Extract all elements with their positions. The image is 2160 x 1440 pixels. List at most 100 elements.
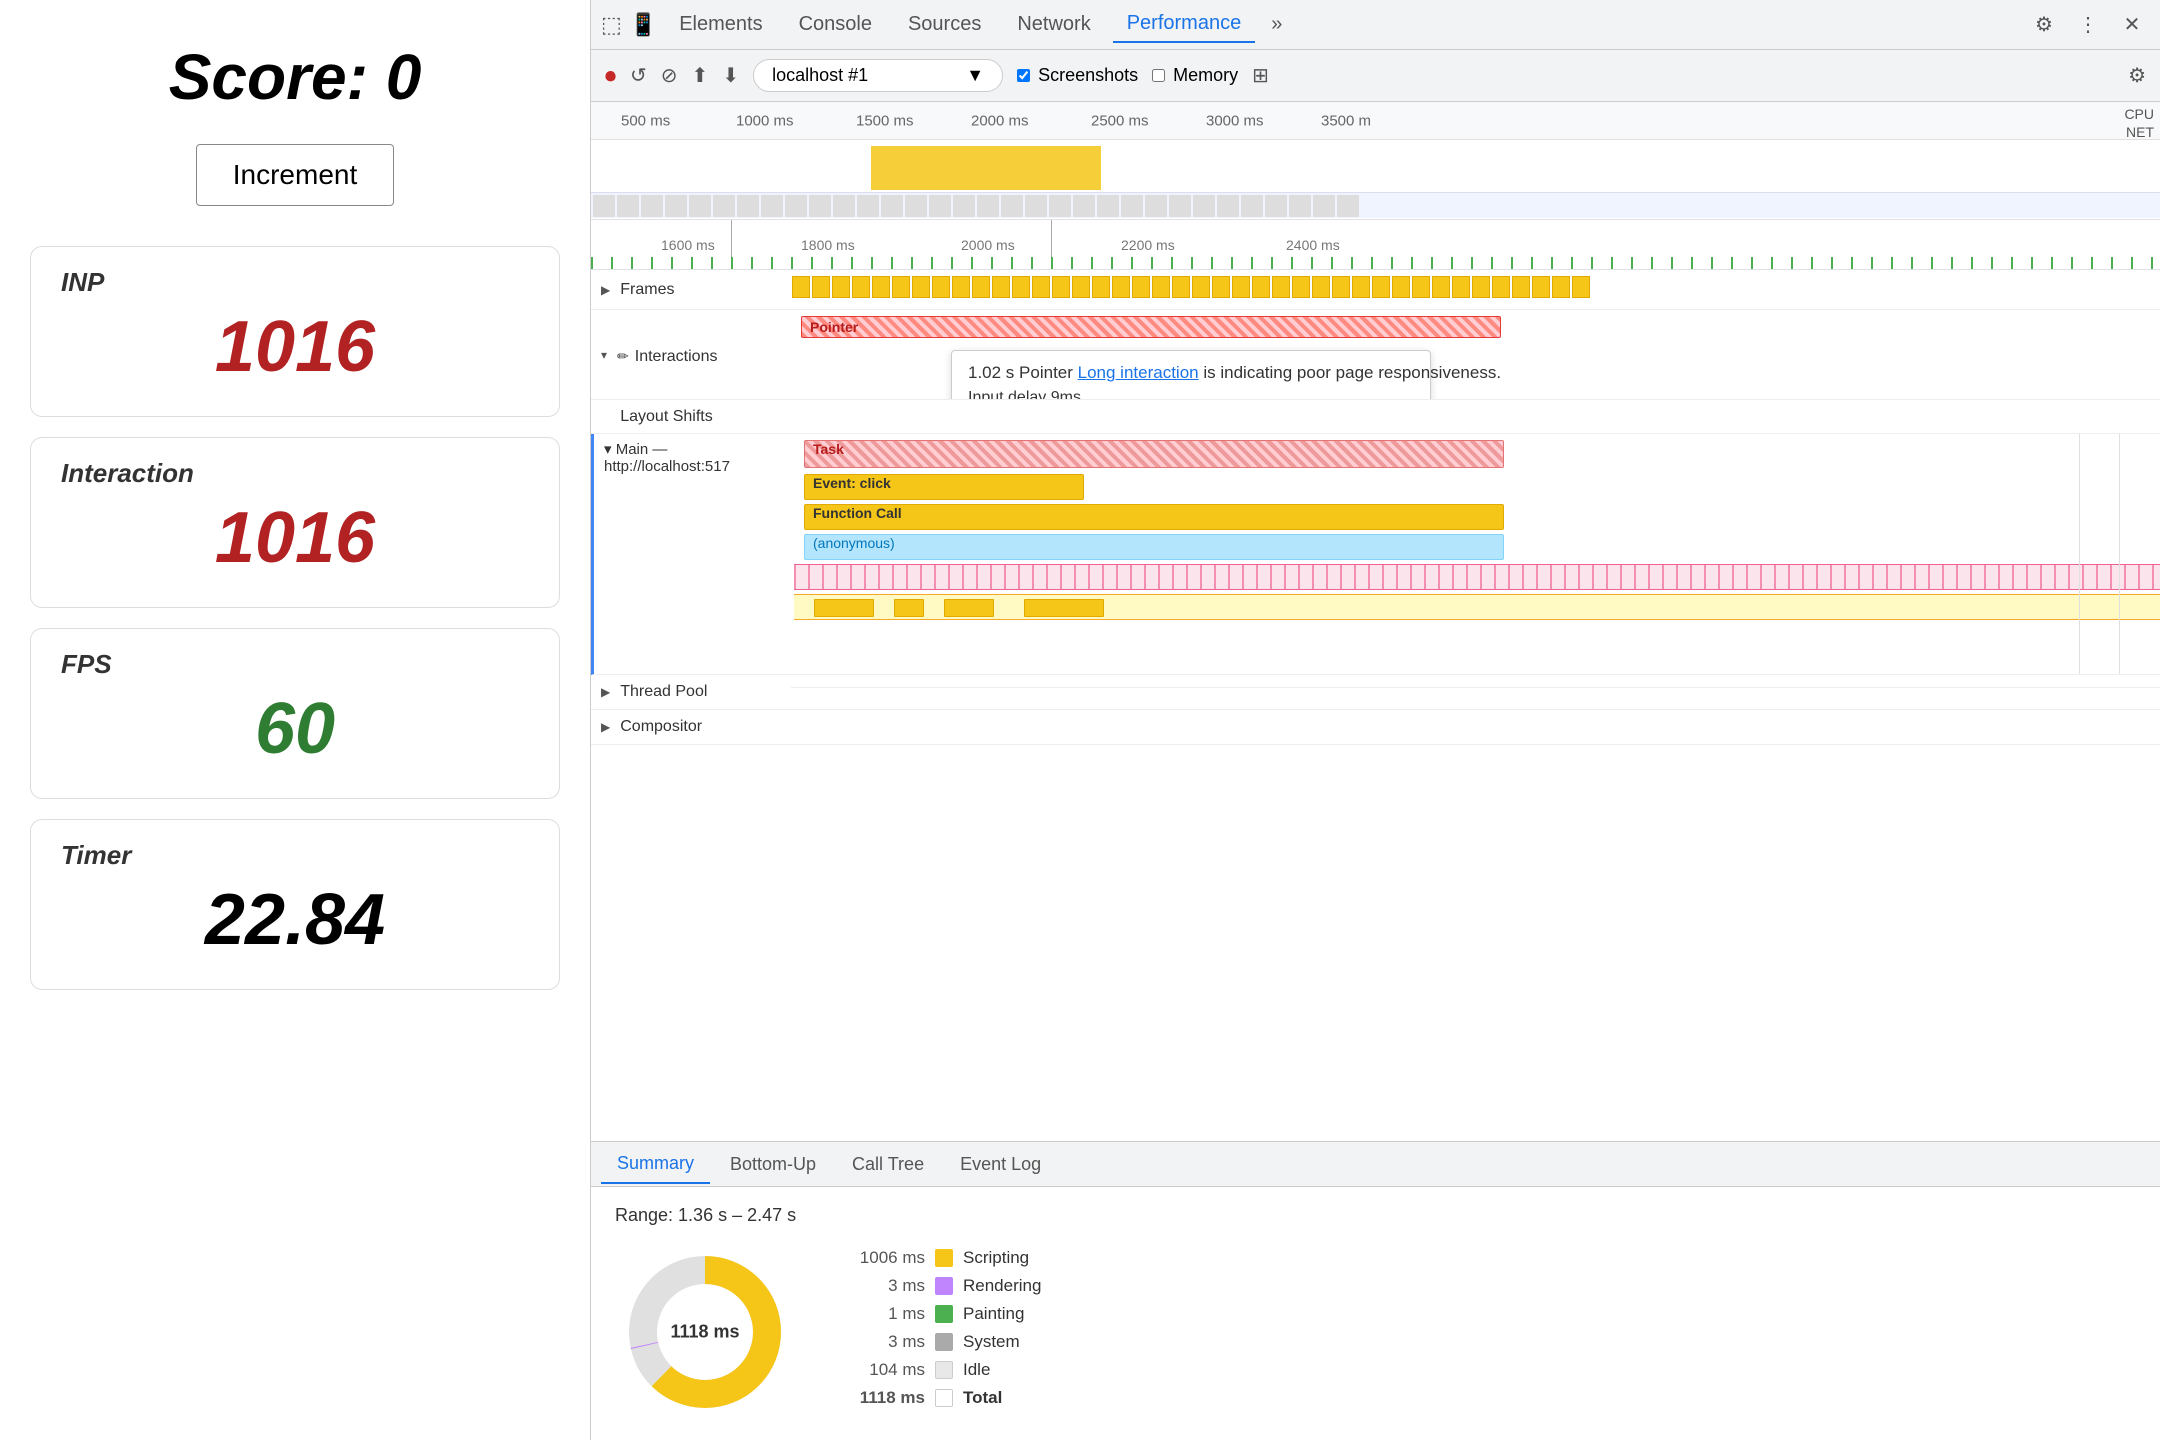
frame-cell — [1372, 276, 1390, 298]
frame-cell — [1512, 276, 1530, 298]
summary-content: 1118 ms 1006 ms Scripting 3 ms Rendering… — [615, 1242, 2136, 1422]
screenshots-strip — [591, 192, 2160, 218]
settings-cog-icon[interactable]: ⚙ — [2026, 7, 2062, 43]
frame-cell — [1132, 276, 1150, 298]
tab-call-tree[interactable]: Call Tree — [836, 1146, 940, 1183]
frame-cell — [1032, 276, 1050, 298]
inspect-icon[interactable]: ⬚ — [601, 12, 622, 38]
download-button[interactable]: ⬇ — [722, 63, 739, 88]
tab-event-log[interactable]: Event Log — [944, 1146, 1057, 1183]
main-expand-icon[interactable]: ▾ — [604, 441, 612, 458]
clear-button[interactable]: ⊘ — [661, 63, 678, 88]
cpu-label: CPU — [2124, 106, 2154, 122]
pointer-bar[interactable]: Pointer — [801, 316, 1501, 338]
compositor-track-row: ▶ Compositor — [591, 710, 2160, 745]
frame-cell — [892, 276, 910, 298]
frames-expand-icon[interactable]: ▶ — [601, 283, 610, 297]
flamechart-row-2 — [794, 594, 2160, 620]
frame-cell — [1412, 276, 1430, 298]
frame-cell — [1292, 276, 1310, 298]
tab-bottom-up[interactable]: Bottom-Up — [714, 1146, 832, 1183]
frame-cell — [832, 276, 850, 298]
painting-color — [935, 1305, 953, 1323]
url-dropdown-icon[interactable]: ▼ — [966, 65, 984, 86]
frame-cell — [872, 276, 890, 298]
summary-panel: Range: 1.36 s – 2.47 s 1118 ms — [591, 1187, 2160, 1440]
frame-cell — [1312, 276, 1330, 298]
interaction-card: Interaction 1016 — [30, 437, 560, 608]
frame-cell — [1432, 276, 1450, 298]
memory-toggle[interactable]: Memory — [1152, 65, 1238, 86]
tab-sources[interactable]: Sources — [894, 7, 995, 42]
tab-summary[interactable]: Summary — [601, 1145, 710, 1184]
interaction-label: Interaction — [61, 458, 529, 489]
event-click-bar: Event: click — [804, 474, 1084, 500]
frame-cell — [1012, 276, 1030, 298]
timeline-tick-1 — [2119, 434, 2120, 674]
fps-card: FPS 60 — [30, 628, 560, 799]
tick-1500: 1500 ms — [856, 112, 914, 129]
timeline-tick-2 — [2079, 434, 2080, 674]
interactions-content: Pointer 1.02 s Pointer Long interaction … — [791, 310, 2160, 399]
timer-label: Timer — [61, 840, 529, 871]
layout-shifts-label: ▶ Layout Shifts — [591, 404, 791, 430]
net-label: NET — [2126, 124, 2154, 140]
customize-icon[interactable]: ⋮ — [2070, 7, 2106, 43]
record-button[interactable]: ⏺ — [605, 63, 616, 89]
upload-button[interactable]: ⬆ — [692, 63, 709, 88]
more-tabs-btn[interactable]: » — [1263, 9, 1290, 40]
tooltip-time: 1.02 s — [968, 363, 1014, 382]
tab-console[interactable]: Console — [785, 7, 886, 42]
tab-performance[interactable]: Performance — [1113, 6, 1256, 43]
tracks-container[interactable]: ▶ Frames — [591, 270, 2160, 1141]
legend-row-idle: 104 ms Idle — [835, 1360, 1041, 1380]
increment-button[interactable]: Increment — [196, 144, 395, 206]
tick-1000: 1000 ms — [736, 112, 794, 129]
screenshots-toggle[interactable]: Screenshots — [1017, 65, 1138, 86]
frames-track-row: ▶ Frames — [591, 270, 2160, 310]
thread-pool-expand-icon[interactable]: ▶ — [601, 685, 610, 699]
interaction-value: 1016 — [61, 497, 529, 579]
frame-cell — [1452, 276, 1470, 298]
event-click-label: Event: click — [805, 475, 891, 491]
frame-cell — [1272, 276, 1290, 298]
fps-value: 60 — [61, 688, 529, 770]
memory-icon[interactable]: ⊞ — [1252, 63, 1269, 88]
detail-ruler: 1600 ms 1800 ms 2000 ms 2200 ms 2400 ms — [591, 220, 2160, 270]
reload-record-button[interactable]: ↺ — [630, 63, 647, 88]
inp-card: INP 1016 — [30, 246, 560, 417]
compositor-expand-icon[interactable]: ▶ — [601, 720, 610, 734]
interactions-expand-icon[interactable]: ▾ — [601, 348, 607, 362]
range-text: Range: 1.36 s – 2.47 s — [615, 1205, 2136, 1226]
tooltip-input-delay-value: 9ms — [1051, 389, 1081, 399]
total-ms: 1118 ms — [835, 1388, 925, 1408]
frame-cell — [1232, 276, 1250, 298]
tooltip-type: Pointer — [1019, 363, 1078, 382]
screenshots-checkbox[interactable] — [1017, 69, 1030, 82]
frame-cell — [992, 276, 1010, 298]
url-selector[interactable]: localhost #1 ▼ — [753, 59, 1003, 92]
idle-ms: 104 ms — [835, 1360, 925, 1380]
main-thread-content: Task Event: click Function Call (anonymo… — [794, 434, 2160, 674]
frame-cell — [812, 276, 830, 298]
tab-elements[interactable]: Elements — [665, 7, 776, 42]
tooltip-suffix: is indicating poor page responsiveness. — [1203, 363, 1501, 382]
memory-label: Memory — [1173, 65, 1238, 86]
fps-label: FPS — [61, 649, 529, 680]
idle-color — [935, 1361, 953, 1379]
legend-row-painting: 1 ms Painting — [835, 1304, 1041, 1324]
tick-500: 500 ms — [621, 112, 670, 129]
perf-settings-icon[interactable]: ⚙ — [2128, 63, 2146, 88]
tab-network[interactable]: Network — [1003, 7, 1104, 42]
main-thread-label: ▾ Main — http://localhost:517 — [594, 434, 794, 674]
inp-label: INP — [61, 267, 529, 298]
frame-cell — [1552, 276, 1570, 298]
tooltip-link[interactable]: Long interaction — [1078, 363, 1199, 382]
legend-row-rendering: 3 ms Rendering — [835, 1276, 1041, 1296]
device-icon[interactable]: 📱 — [630, 12, 657, 38]
close-devtools-icon[interactable]: ✕ — [2114, 7, 2150, 43]
frame-cell — [1112, 276, 1130, 298]
frames-label: ▶ Frames — [591, 277, 791, 303]
memory-checkbox[interactable] — [1152, 69, 1165, 82]
score-title: Score: 0 — [169, 40, 422, 114]
